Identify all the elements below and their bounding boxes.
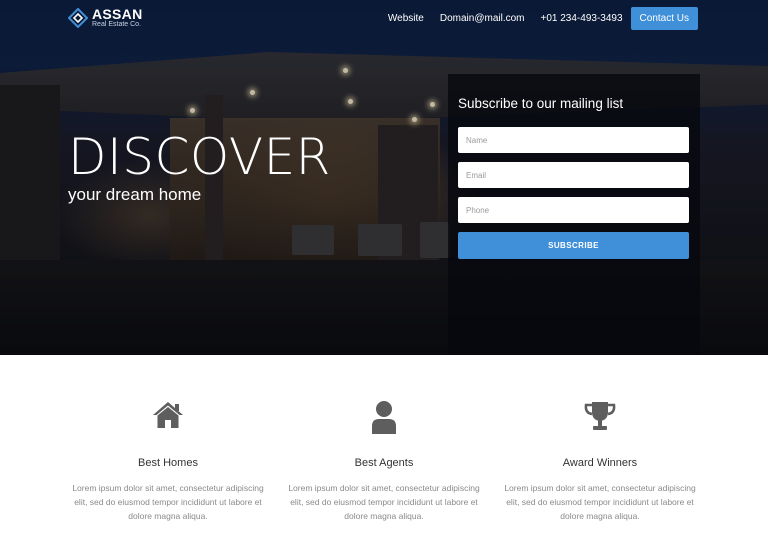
- phone-input[interactable]: [458, 197, 689, 223]
- nav-link-website[interactable]: Website: [388, 8, 424, 30]
- email-input[interactable]: [458, 162, 689, 188]
- home-icon: [60, 400, 276, 440]
- top-nav: Website Domain@mail.com +01 234-493-3493…: [388, 7, 698, 30]
- subscribe-form: Subscribe to our mailing list SUBSCRIBE: [448, 74, 700, 355]
- feature-title: Best Agents: [354, 457, 414, 469]
- nav-link-phone[interactable]: +01 234-493-3493: [541, 8, 623, 30]
- subscribe-title: Subscribe to our mailing list: [458, 96, 624, 111]
- feature-award-winners: Award Winners Lorem ipsum dolor sit amet…: [492, 400, 708, 523]
- trophy-icon: [492, 400, 708, 440]
- contact-us-button[interactable]: Contact Us: [630, 7, 698, 30]
- brand-logo[interactable]: ASSAN Real Estate Co.: [67, 6, 143, 29]
- features-section: Best Homes Lorem ipsum dolor sit amet, c…: [60, 400, 708, 523]
- brand-tagline: Real Estate Co.: [92, 21, 142, 28]
- feature-title: Award Winners: [562, 457, 638, 469]
- logo-diamond-icon: [67, 7, 89, 29]
- hero-title: DISCOVER: [68, 128, 331, 186]
- feature-text: Lorem ipsum dolor sit amet, consectetur …: [504, 483, 696, 521]
- nav-link-email[interactable]: Domain@mail.com: [440, 8, 525, 30]
- feature-title: Best Homes: [138, 457, 198, 469]
- feature-text: Lorem ipsum dolor sit amet, consectetur …: [72, 483, 264, 521]
- feature-best-agents: Best Agents Lorem ipsum dolor sit amet, …: [276, 400, 492, 523]
- feature-best-homes: Best Homes Lorem ipsum dolor sit amet, c…: [60, 400, 276, 523]
- subscribe-button[interactable]: SUBSCRIBE: [458, 232, 689, 259]
- hero-subtitle: your dream home: [68, 185, 202, 204]
- feature-text: Lorem ipsum dolor sit amet, consectetur …: [288, 483, 480, 521]
- brand-name: ASSAN: [92, 6, 143, 22]
- name-input[interactable]: [458, 127, 689, 153]
- user-icon: [276, 400, 492, 440]
- hero-headline: DISCOVER your dream home: [68, 128, 331, 206]
